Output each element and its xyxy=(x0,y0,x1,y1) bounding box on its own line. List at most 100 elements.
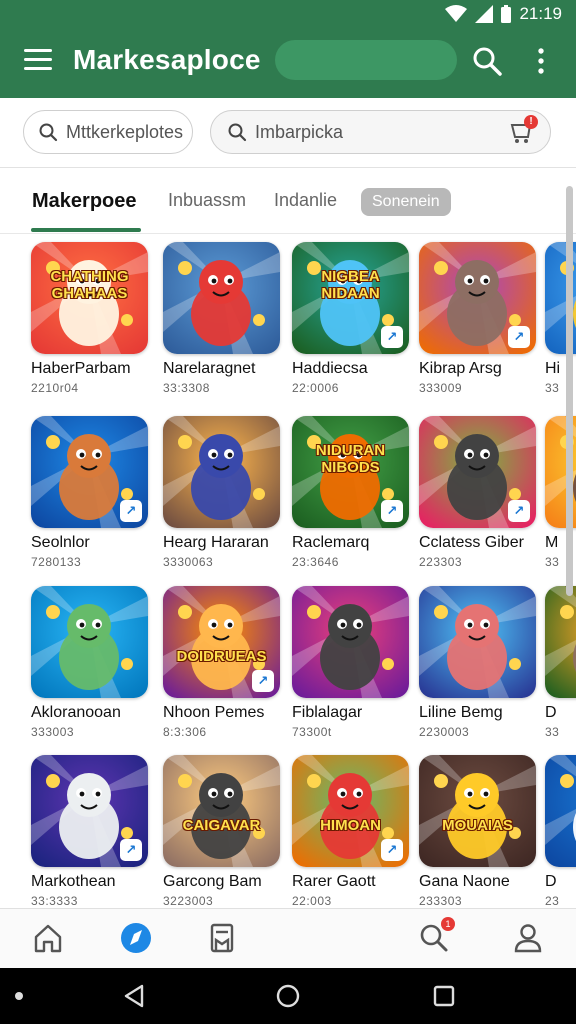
app-header: 21:19 Markesaploce xyxy=(0,0,576,98)
platform-badge-icon: ↗ xyxy=(508,326,530,348)
game-title: Seolnlor xyxy=(31,534,90,551)
more-options-icon[interactable] xyxy=(532,46,550,76)
header-search-pill[interactable] xyxy=(275,40,457,80)
game-tile[interactable]: CHATHING GHAHAAS HaberParbam 2210r04 xyxy=(31,242,148,395)
platform-badge-icon: ↗ xyxy=(120,500,142,522)
game-art xyxy=(419,586,536,698)
game-thumbnail: MOUAIAS xyxy=(419,755,536,867)
menu-icon[interactable] xyxy=(24,49,54,73)
game-tile[interactable]: CAIGAVAR Garcong Bam 3223003 xyxy=(163,755,280,908)
game-art xyxy=(163,242,280,354)
game-thumbnail: ↗ xyxy=(419,242,536,354)
bottom-nav: 1 xyxy=(0,908,576,968)
game-meta: 73300t xyxy=(292,725,332,739)
game-art-title: HIMOAN xyxy=(320,817,381,834)
game-tile[interactable]: ↗ Cclatess Giber 223303 xyxy=(419,416,536,569)
game-title: Cclatess Giber xyxy=(419,534,524,551)
game-tile[interactable]: HIMOAN ↗ Rarer Gaott 22:003 xyxy=(292,755,409,908)
game-thumbnail: ↗ xyxy=(419,416,536,528)
game-art-title: NIDURAN NIBODS xyxy=(315,442,386,476)
search-input-secondary[interactable]: Imbarpicka ! xyxy=(210,110,551,154)
tab-marketplace[interactable]: Makerpoee xyxy=(32,190,137,213)
status-bar: 21:19 xyxy=(445,4,562,24)
search-input-primary[interactable]: Mttkerkeplotes xyxy=(23,110,193,154)
signal-icon xyxy=(475,5,494,23)
cart-badge: ! xyxy=(524,115,538,129)
game-thumbnail xyxy=(31,586,148,698)
game-tile[interactable]: Liline Bemg 2230003 xyxy=(419,586,536,739)
recents-icon[interactable] xyxy=(430,982,458,1010)
game-meta: 333003 xyxy=(31,725,75,739)
tab-chip[interactable]: Sonenein xyxy=(361,188,451,216)
search-row: Mttkerkeplotes Imbarpicka ! xyxy=(0,98,576,168)
game-tile[interactable]: ↗ D 23 xyxy=(545,755,576,908)
game-title: Gana Naone xyxy=(419,873,510,890)
home-icon[interactable] xyxy=(31,921,65,955)
game-tile[interactable]: ↗ Markothean 33:3333 xyxy=(31,755,148,908)
game-tile[interactable]: ↗ Kibrap Arsg 333009 xyxy=(419,242,536,395)
platform-badge-icon: ↗ xyxy=(381,839,403,861)
platform-badge-icon: ↗ xyxy=(252,670,274,692)
game-meta: 33 xyxy=(545,725,560,739)
game-thumbnail: DOIDRUEAS ↗ xyxy=(163,586,280,698)
game-title: Haddiecsa xyxy=(292,360,368,377)
game-title: Hearg Hararan xyxy=(163,534,269,551)
game-meta: 33:3308 xyxy=(163,381,210,395)
tab-third[interactable]: Indanlie xyxy=(274,190,337,211)
game-tile[interactable]: NIGBEA NIDAAN ↗ Haddiecsa 22:0006 xyxy=(292,242,409,395)
home-circle-icon[interactable] xyxy=(274,982,302,1010)
game-art-title: DOIDRUEAS xyxy=(176,648,267,665)
game-art xyxy=(163,755,280,867)
cart-button[interactable]: ! xyxy=(508,115,538,145)
game-thumbnail xyxy=(163,416,280,528)
system-navigation-bar xyxy=(0,968,576,1024)
game-tile[interactable]: ↗ Seolnlor 7280133 xyxy=(31,416,148,569)
game-meta: 7280133 xyxy=(31,555,82,569)
game-meta: 2230003 xyxy=(419,725,470,739)
game-tile[interactable]: NIDURAN NIBODS ↗ Raclemarq 23:3646 xyxy=(292,416,409,569)
search-icon[interactable] xyxy=(470,44,504,78)
tab-second[interactable]: Inbuassm xyxy=(168,190,246,211)
game-meta: 333009 xyxy=(419,381,463,395)
game-meta: 3330063 xyxy=(163,555,214,569)
platform-badge-icon: ↗ xyxy=(381,500,403,522)
platform-badge-icon: ↗ xyxy=(381,326,403,348)
library-icon[interactable] xyxy=(205,921,239,955)
app-bar: Markesaploce xyxy=(0,30,576,92)
game-tile[interactable]: DOIDRUEAS ↗ Nhoon Pemes 8:3:306 xyxy=(163,586,280,739)
game-meta: 3223003 xyxy=(163,894,214,908)
game-tile[interactable]: ↗ D 33 xyxy=(545,586,576,739)
app-title: Markesaploce xyxy=(73,44,261,75)
game-thumbnail: ↗ xyxy=(31,416,148,528)
game-title: D xyxy=(545,873,557,890)
game-meta: 23 xyxy=(545,894,560,908)
game-tile[interactable]: Hearg Hararan 3330063 xyxy=(163,416,280,569)
active-tab-indicator xyxy=(31,228,141,232)
game-meta: 22:003 xyxy=(292,894,332,908)
category-tabs: Makerpoee Inbuassm Indanlie Sonenein xyxy=(0,168,576,234)
game-title: HaberParbam xyxy=(31,360,131,377)
game-art-title: MOUAIAS xyxy=(442,817,513,834)
game-tile[interactable]: Akloranooan 333003 xyxy=(31,586,148,739)
game-meta: 23:3646 xyxy=(292,555,339,569)
nav-search-button[interactable]: 1 xyxy=(417,917,455,955)
scrollbar[interactable] xyxy=(566,186,573,596)
profile-icon[interactable] xyxy=(511,921,545,955)
game-title: Rarer Gaott xyxy=(292,873,376,890)
game-art-title: CHATHING GHAHAAS xyxy=(50,268,129,302)
game-meta: 8:3:306 xyxy=(163,725,207,739)
game-meta: 2210r04 xyxy=(31,381,79,395)
dot-icon xyxy=(15,992,23,1000)
search-placeholder: Mttkerkeplotes xyxy=(66,121,184,142)
game-tile[interactable]: Fiblalagar 73300t xyxy=(292,586,409,739)
back-icon[interactable] xyxy=(120,982,148,1010)
compass-icon[interactable] xyxy=(119,921,153,955)
game-title: Nhoon Pemes xyxy=(163,704,265,721)
status-time: 21:19 xyxy=(519,4,562,23)
game-tile[interactable]: Narelaragnet 33:3308 xyxy=(163,242,280,395)
game-tile[interactable]: MOUAIAS Gana Naone 233303 xyxy=(419,755,536,908)
game-meta: 223303 xyxy=(419,555,463,569)
game-title: D xyxy=(545,704,557,721)
game-art xyxy=(163,416,280,528)
game-art xyxy=(292,586,409,698)
